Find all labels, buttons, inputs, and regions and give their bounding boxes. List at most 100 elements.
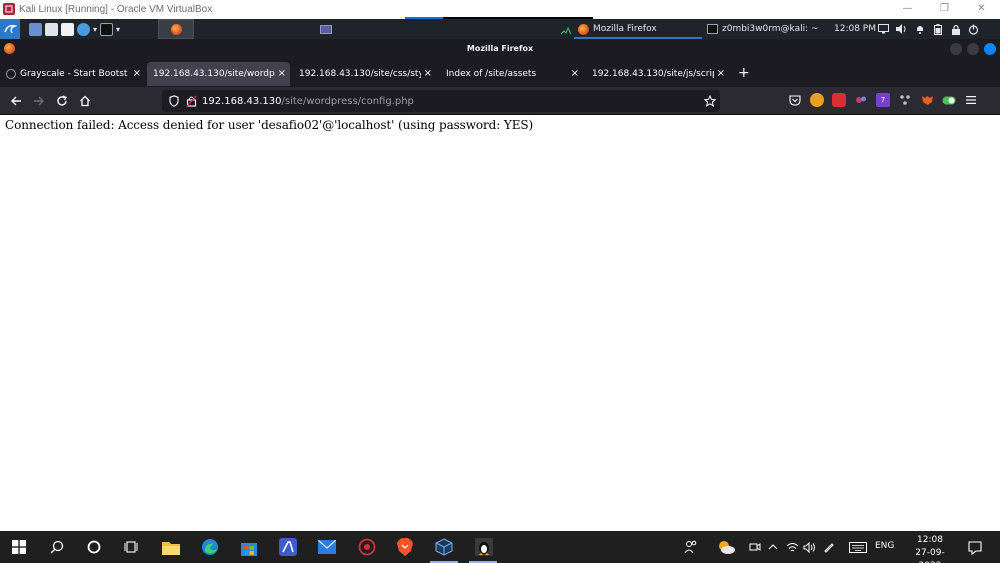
show-hidden-icons-chevron-icon[interactable] [765,537,781,557]
close-tab-icon[interactable]: × [278,68,286,80]
wifi-icon[interactable] [784,537,800,557]
new-tab-button[interactable]: + [738,65,750,81]
lock-screen-icon[interactable] [950,24,961,35]
restore-button[interactable]: ❐ [926,0,963,18]
brave-browser-icon[interactable] [395,537,415,557]
connection-error-message: Connection failed: Access denied for use… [5,118,534,132]
touch-keyboard-icon[interactable] [847,537,869,557]
weather-icon[interactable] [716,537,736,557]
chevron-down-icon[interactable]: ▾ [116,25,120,34]
terminal-icon[interactable] [100,22,114,36]
network-graph [561,19,571,39]
close-tab-icon[interactable]: × [133,68,141,80]
tab-label: Index of /site/assets [446,69,537,79]
close-tab-icon[interactable]: × [717,68,725,80]
virtualbox-icon[interactable] [434,537,454,557]
workspace-icon [320,24,332,34]
home-button[interactable] [77,93,93,109]
chevron-down-icon[interactable]: ▾ [93,25,97,34]
show-desktop-icon[interactable] [29,22,42,36]
kali-clock[interactable]: 12:08 PM [834,19,876,39]
firefox-title-bar: Mozilla Firefox [0,39,1000,61]
windows-start-icon[interactable] [9,537,29,557]
cookie-extension-icon[interactable] [810,93,824,107]
workspace-firefox-task[interactable] [158,19,194,39]
workspace-switcher[interactable] [318,19,334,39]
hamburger-menu-icon[interactable] [964,93,978,107]
insecure-connection-lock-icon[interactable] [185,95,197,107]
wappalyzer-extension-icon[interactable] [898,93,912,107]
reload-button[interactable] [54,93,70,109]
minimize-button[interactable] [950,43,962,55]
close-tab-icon[interactable]: × [424,68,432,80]
mail-icon[interactable] [317,537,337,557]
arrow-right-icon [34,96,44,106]
pen-icon[interactable] [821,537,837,557]
tab-label: 192.168.43.130/site/js/scripts.js [592,69,714,79]
tab-config-php[interactable]: 192.168.43.130/site/wordpress/config.php… [147,62,290,86]
microsoft-store-icon[interactable] [239,537,259,557]
minimize-button[interactable]: — [889,0,926,18]
url-bar[interactable]: 192.168.43.130/site/wordpress/config.php [162,90,720,112]
volume-icon[interactable] [801,537,817,557]
tracking-protection-shield-icon[interactable] [168,95,180,107]
security-app-icon[interactable] [357,537,377,557]
extension-badge[interactable]: 7 [876,93,890,107]
kali-dragon-icon [4,24,17,34]
hackbar-extension-icon[interactable] [854,93,868,107]
meet-now-icon[interactable] [747,537,763,557]
firefox-task-label: Mozilla Firefox [593,24,657,34]
windows-clock[interactable]: 12:08 27-09-2022 [905,534,955,563]
forward-button[interactable] [31,93,47,109]
notification-center-icon[interactable] [968,540,982,556]
tab-grayscale[interactable]: Grayscale - Start Bootstrap Theme × [4,62,145,86]
bookmark-star-icon[interactable] [703,94,716,107]
linux-penguin-icon[interactable] [474,537,494,557]
automate-app-icon[interactable] [278,537,298,557]
url-host: 192.168.43.130 [202,95,282,107]
cortana-icon[interactable] [84,537,104,557]
virtualbox-icon [3,3,15,15]
search-icon[interactable] [47,537,67,557]
tab-styles-css[interactable]: 192.168.43.130/site/css/styles.css × [293,62,436,86]
web-browser-icon[interactable] [77,22,90,36]
tab-index-assets[interactable]: Index of /site/assets × [440,62,583,86]
text-editor-icon[interactable] [61,22,74,36]
taskbar-firefox-window[interactable]: Mozilla Firefox [574,19,702,39]
url-path: /site/wordpress/config.php [281,95,414,107]
file-manager-icon[interactable] [45,22,58,36]
kali-menu-button[interactable] [0,19,20,39]
clock-time: 12:08 [917,535,943,545]
edge-browser-icon[interactable] [200,537,220,557]
firefox-window-title: Mozilla Firefox [466,44,534,53]
notification-bell-icon[interactable] [914,24,925,35]
maximize-button[interactable] [967,43,979,55]
pocket-icon[interactable] [788,93,802,107]
file-explorer-icon[interactable] [161,537,181,557]
home-icon [80,95,90,107]
proxy-toggle-icon[interactable] [942,93,956,107]
battery-icon[interactable] [932,23,943,35]
terminal-icon [707,24,718,34]
tab-label: Grayscale - Start Bootstrap Theme [20,69,128,79]
logout-icon[interactable] [968,24,979,35]
close-window-button[interactable]: ✕ [963,0,1000,18]
back-button[interactable] [8,93,24,109]
task-view-icon[interactable] [121,537,141,557]
tab-scripts-js[interactable]: 192.168.43.130/site/js/scripts.js × [586,62,729,86]
taskbar-terminal-window[interactable]: z0mbi3w0rm@kali: ~ [705,19,825,39]
close-tab-icon[interactable]: × [571,68,579,80]
input-language[interactable]: ENG [875,541,894,551]
firefox-icon [578,23,589,35]
stop-extension-icon[interactable] [832,93,846,107]
people-icon[interactable] [681,537,701,557]
volume-icon[interactable] [896,24,907,35]
close-button[interactable] [984,43,996,55]
clock-date: 27-09-2022 [915,548,945,563]
tab-label: 192.168.43.130/site/css/styles.css [299,69,421,79]
page-content: Connection failed: Access denied for use… [0,116,1000,531]
fox-extension-icon[interactable] [920,93,934,107]
tab-label: 192.168.43.130/site/wordpress/config.php [153,69,275,79]
display-icon[interactable] [878,24,889,35]
navigation-toolbar: 192.168.43.130/site/wordpress/config.php… [0,87,1000,115]
